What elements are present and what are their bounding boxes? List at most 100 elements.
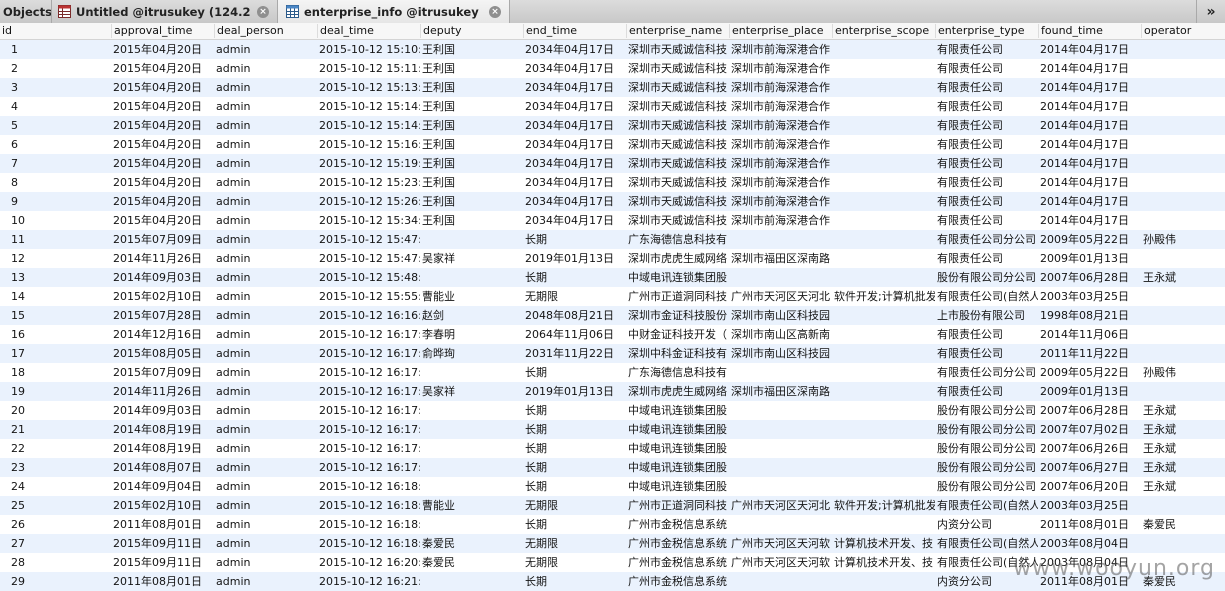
cell-approval-time[interactable]: 2015年04月20日: [111, 173, 214, 192]
cell-approval-time[interactable]: 2014年11月26日: [111, 249, 214, 268]
cell-found-time[interactable]: 2007年06月20日: [1038, 477, 1141, 496]
column-header-enterprise-name[interactable]: enterprise_name: [626, 24, 729, 38]
table-row[interactable]: 26 2011年08月01日 admin 2015-10-12 16:18: 长期 广州市…: [0, 515, 1225, 534]
cell-id[interactable]: 19: [0, 382, 111, 401]
cell-enterprise-place[interactable]: 深圳市前海深港合作: [729, 135, 832, 154]
cell-enterprise-type[interactable]: 有限责任公司: [935, 173, 1038, 192]
table-row[interactable]: 18 2015年07月09日 admin 2015-10-12 16:17: 长期 广东海…: [0, 363, 1225, 382]
cell-operator[interactable]: [1141, 382, 1225, 401]
cell-found-time[interactable]: 2003年08月04日: [1038, 534, 1141, 553]
cell-approval-time[interactable]: 2015年04月20日: [111, 59, 214, 78]
close-icon[interactable]: ×: [257, 5, 269, 18]
cell-deputy[interactable]: 曹能业: [420, 287, 523, 306]
cell-deputy[interactable]: 王利国: [420, 154, 523, 173]
cell-deal-person[interactable]: admin: [214, 553, 317, 572]
cell-enterprise-scope[interactable]: [832, 458, 935, 477]
table-row[interactable]: 21 2014年08月19日 admin 2015-10-12 16:17: 长期 中域电…: [0, 420, 1225, 439]
cell-deal-time[interactable]: 2015-10-12 16:17:: [317, 325, 420, 344]
cell-deputy[interactable]: 王利国: [420, 173, 523, 192]
cell-enterprise-name[interactable]: 广州市正道洞同科技: [626, 287, 729, 306]
cell-enterprise-scope[interactable]: [832, 344, 935, 363]
cell-deal-person[interactable]: admin: [214, 40, 317, 59]
cell-enterprise-scope[interactable]: [832, 154, 935, 173]
cell-deputy[interactable]: 王利国: [420, 59, 523, 78]
table-row[interactable]: 9 2015年04月20日 admin 2015-10-12 15:26: 王利国 203…: [0, 192, 1225, 211]
cell-enterprise-type[interactable]: 有限责任公司: [935, 116, 1038, 135]
cell-id[interactable]: 26: [0, 515, 111, 534]
table-row[interactable]: 23 2014年08月07日 admin 2015-10-12 16:17: 长期 中域电…: [0, 458, 1225, 477]
cell-approval-time[interactable]: 2015年09月11日: [111, 534, 214, 553]
cell-end-time[interactable]: 长期: [523, 401, 626, 420]
cell-found-time[interactable]: 2014年04月17日: [1038, 97, 1141, 116]
cell-approval-time[interactable]: 2015年04月20日: [111, 192, 214, 211]
cell-enterprise-type[interactable]: 有限责任公司(自然人: [935, 534, 1038, 553]
cell-deal-person[interactable]: admin: [214, 382, 317, 401]
cell-enterprise-scope[interactable]: [832, 97, 935, 116]
cell-enterprise-scope[interactable]: [832, 116, 935, 135]
cell-deputy[interactable]: [420, 420, 523, 439]
cell-deputy[interactable]: [420, 572, 523, 591]
cell-operator[interactable]: [1141, 534, 1225, 553]
cell-enterprise-name[interactable]: 深圳市天威诚信科技: [626, 173, 729, 192]
cell-enterprise-place[interactable]: [729, 572, 832, 591]
cell-deal-person[interactable]: admin: [214, 477, 317, 496]
cell-approval-time[interactable]: 2015年09月11日: [111, 553, 214, 572]
cell-end-time[interactable]: 2034年04月17日: [523, 192, 626, 211]
cell-enterprise-place[interactable]: 深圳市前海深港合作: [729, 154, 832, 173]
cell-enterprise-type[interactable]: 上市股份有限公司: [935, 306, 1038, 325]
cell-operator[interactable]: [1141, 173, 1225, 192]
cell-approval-time[interactable]: 2015年04月20日: [111, 154, 214, 173]
cell-deal-time[interactable]: 2015-10-12 15:11:: [317, 59, 420, 78]
cell-id[interactable]: 21: [0, 420, 111, 439]
cell-approval-time[interactable]: 2014年09月03日: [111, 268, 214, 287]
cell-id[interactable]: 28: [0, 553, 111, 572]
cell-operator[interactable]: 王永斌: [1141, 268, 1225, 287]
cell-operator[interactable]: 孙殿伟: [1141, 230, 1225, 249]
cell-end-time[interactable]: 2034年04月17日: [523, 59, 626, 78]
cell-deal-person[interactable]: admin: [214, 287, 317, 306]
cell-enterprise-place[interactable]: 深圳市前海深港合作: [729, 211, 832, 230]
cell-id[interactable]: 5: [0, 116, 111, 135]
table-row[interactable]: 25 2015年02月10日 admin 2015-10-12 16:18: 曹能业 无期…: [0, 496, 1225, 515]
cell-enterprise-name[interactable]: 深圳市天威诚信科技: [626, 211, 729, 230]
column-header-enterprise-place[interactable]: enterprise_place: [729, 24, 832, 38]
cell-deal-person[interactable]: admin: [214, 515, 317, 534]
cell-end-time[interactable]: 2034年04月17日: [523, 40, 626, 59]
cell-enterprise-type[interactable]: 有限责任公司: [935, 97, 1038, 116]
cell-enterprise-type[interactable]: 股份有限公司分公司: [935, 477, 1038, 496]
cell-end-time[interactable]: 长期: [523, 515, 626, 534]
cell-enterprise-name[interactable]: 深圳市虎虎生威网络: [626, 382, 729, 401]
cell-enterprise-type[interactable]: 有限责任公司(自然人: [935, 496, 1038, 515]
cell-operator[interactable]: 秦爱民: [1141, 515, 1225, 534]
cell-enterprise-place[interactable]: 深圳市前海深港合作: [729, 97, 832, 116]
cell-found-time[interactable]: 2007年06月28日: [1038, 268, 1141, 287]
column-header-approval-time[interactable]: approval_time: [111, 24, 214, 38]
cell-enterprise-scope[interactable]: [832, 211, 935, 230]
cell-enterprise-scope[interactable]: [832, 135, 935, 154]
cell-deal-person[interactable]: admin: [214, 572, 317, 591]
cell-approval-time[interactable]: 2014年08月19日: [111, 439, 214, 458]
cell-enterprise-place[interactable]: [729, 363, 832, 382]
cell-enterprise-name[interactable]: 中域电讯连锁集团股: [626, 439, 729, 458]
cell-enterprise-name[interactable]: 深圳市天威诚信科技: [626, 40, 729, 59]
cell-approval-time[interactable]: 2014年08月19日: [111, 420, 214, 439]
cell-found-time[interactable]: 2014年04月17日: [1038, 78, 1141, 97]
cell-end-time[interactable]: 无期限: [523, 534, 626, 553]
column-header-enterprise-scope[interactable]: enterprise_scope: [832, 24, 935, 38]
cell-found-time[interactable]: 2014年04月17日: [1038, 40, 1141, 59]
cell-enterprise-name[interactable]: 中域电讯连锁集团股: [626, 420, 729, 439]
table-row[interactable]: 11 2015年07月09日 admin 2015-10-12 15:47: 长期 广东海…: [0, 230, 1225, 249]
table-row[interactable]: 6 2015年04月20日 admin 2015-10-12 15:16: 王利国 203…: [0, 135, 1225, 154]
cell-enterprise-place[interactable]: [729, 230, 832, 249]
cell-deputy[interactable]: [420, 458, 523, 477]
cell-end-time[interactable]: 2034年04月17日: [523, 173, 626, 192]
cell-deal-time[interactable]: 2015-10-12 16:18:: [317, 515, 420, 534]
cell-enterprise-place[interactable]: [729, 515, 832, 534]
cell-deal-time[interactable]: 2015-10-12 16:18:: [317, 496, 420, 515]
cell-enterprise-type[interactable]: 股份有限公司分公司: [935, 420, 1038, 439]
cell-id[interactable]: 15: [0, 306, 111, 325]
cell-operator[interactable]: 王永斌: [1141, 477, 1225, 496]
cell-id[interactable]: 1: [0, 40, 111, 59]
table-row[interactable]: 20 2014年09月03日 admin 2015-10-12 16:17: 长期 中域电…: [0, 401, 1225, 420]
more-tabs-button[interactable]: »: [1196, 0, 1225, 23]
